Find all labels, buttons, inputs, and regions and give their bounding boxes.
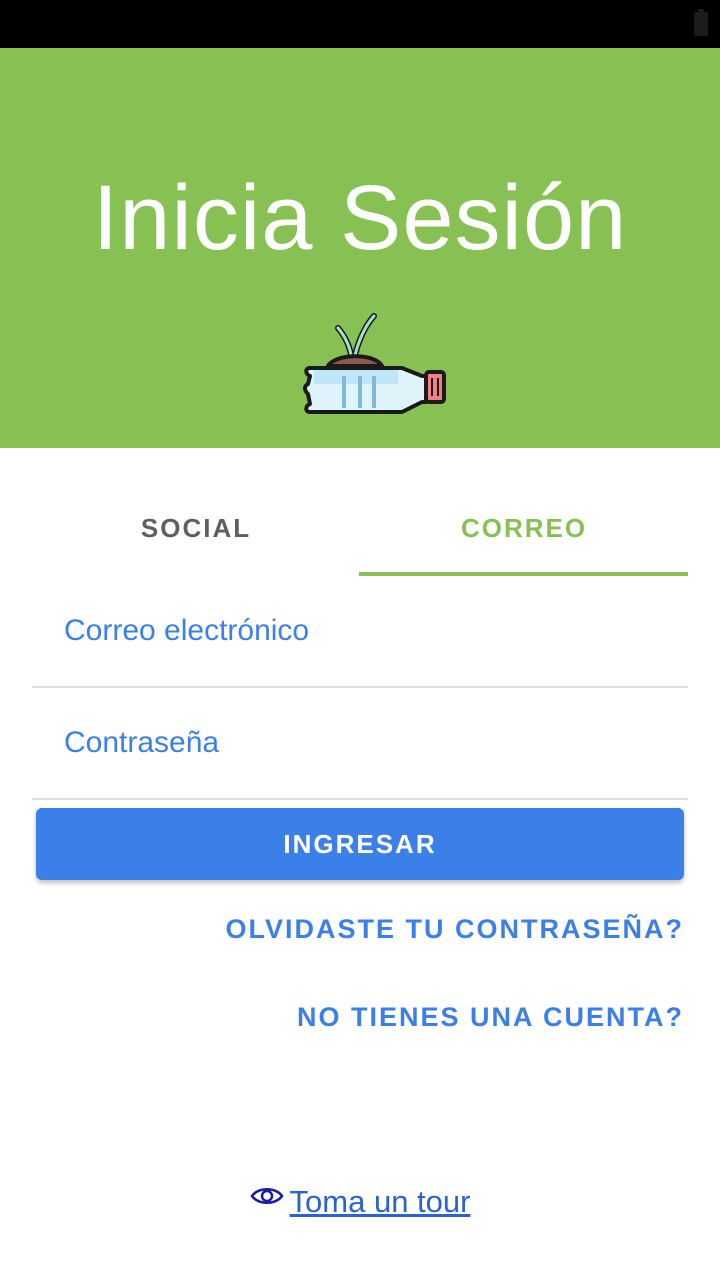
tab-social[interactable]: SOCIAL (32, 480, 360, 576)
tour-section: Toma un tour (0, 1184, 720, 1220)
status-bar (0, 0, 720, 48)
password-field (32, 688, 688, 800)
login-tabs: SOCIAL CORREO (32, 480, 688, 576)
forgot-password-link[interactable]: OLVIDASTE TU CONTRASEÑA? (226, 914, 685, 945)
email-field (32, 576, 688, 688)
eye-icon (250, 1188, 284, 1204)
tour-link[interactable]: Toma un tour (250, 1184, 471, 1220)
tab-correo[interactable]: CORREO (360, 480, 688, 576)
tour-label: Toma un tour (289, 1184, 471, 1219)
register-link[interactable]: NO TIENES UNA CUENTA? (297, 1002, 684, 1033)
header-banner: Inicia Sesión (0, 48, 720, 448)
page-title: Inicia Sesión (92, 167, 628, 269)
battery-icon (694, 9, 708, 36)
password-input[interactable] (32, 688, 688, 798)
email-input[interactable] (32, 576, 688, 686)
plant-in-bottle-icon (303, 313, 446, 414)
login-button[interactable]: INGRESAR (36, 808, 684, 880)
